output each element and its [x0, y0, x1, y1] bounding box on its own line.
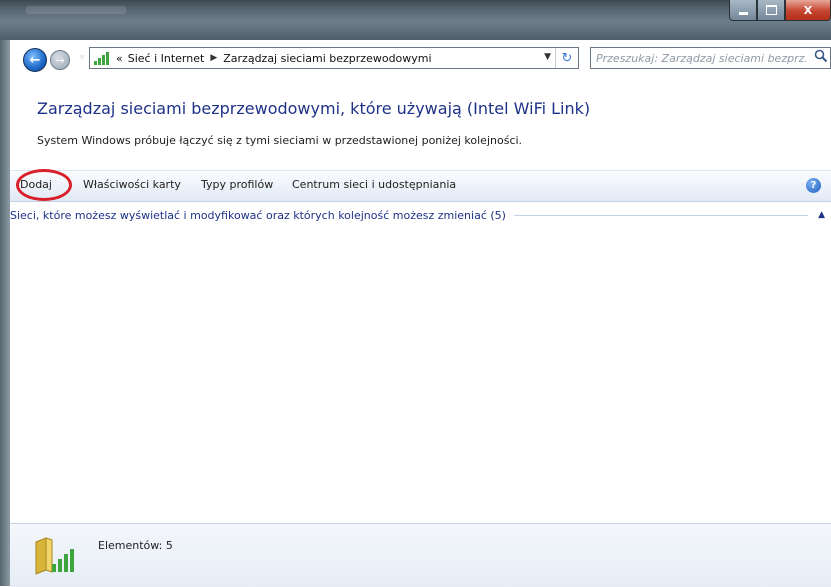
close-icon: X	[803, 3, 813, 17]
maximize-button[interactable]	[757, 0, 785, 21]
content-area: Zarządzaj sieciami bezprzewodowymi, któr…	[10, 79, 831, 586]
group-divider	[513, 214, 809, 216]
breadcrumb-separator-icon[interactable]: ▶	[210, 53, 217, 63]
close-button[interactable]: X	[785, 0, 831, 21]
back-arrow-icon: ←	[29, 52, 41, 68]
window-controls: X	[729, 0, 831, 22]
adapter-properties-button[interactable]: Właściwości karty	[83, 178, 181, 191]
search-box[interactable]: Przeszukaj: Zarządzaj sieciami bezprz...	[590, 47, 831, 69]
help-icon[interactable]: ?	[806, 178, 821, 193]
network-group-label: Sieci, które możesz wyświetlać i modyfik…	[10, 208, 506, 222]
wireless-folder-icon	[35, 537, 74, 575]
network-center-button[interactable]: Centrum sieci i udostępniania	[292, 178, 456, 191]
search-input[interactable]: Przeszukaj: Zarządzaj sieciami bezprz...	[596, 52, 806, 65]
forward-arrow-icon: →	[55, 53, 65, 67]
window-titlebar[interactable]: X	[0, 0, 831, 40]
minimize-icon	[738, 11, 748, 15]
profile-types-button[interactable]: Typy profilów	[201, 178, 273, 191]
recent-pages-button[interactable]: ▼	[79, 53, 85, 62]
search-icon[interactable]	[814, 49, 828, 63]
forward-button[interactable]: →	[50, 50, 70, 70]
details-pane: Elementów: 5	[10, 523, 831, 587]
window-left-frame	[0, 40, 10, 586]
chevron-up-icon[interactable]: ▲	[818, 210, 825, 220]
network-group-header[interactable]: Sieci, które możesz wyświetlać i modyfik…	[10, 207, 831, 223]
back-button[interactable]: ←	[23, 48, 47, 72]
refresh-icon: ↻	[561, 50, 573, 66]
items-count: Elementów: 5	[98, 539, 173, 552]
network-signal-icon	[94, 51, 110, 65]
minimize-button[interactable]	[729, 0, 757, 21]
breadcrumb-item-siec-i-internet[interactable]: Sieć i Internet	[128, 52, 205, 65]
add-button[interactable]: Dodaj	[20, 178, 52, 191]
refresh-button[interactable]: ↻	[555, 48, 578, 68]
maximize-icon	[765, 5, 777, 15]
breadcrumb-item-zarzadzaj-sieciami[interactable]: Zarządzaj sieciami bezprzewodowymi	[223, 52, 431, 65]
page-title: Zarządzaj sieciami bezprzewodowymi, któr…	[37, 99, 591, 118]
address-dropdown-icon[interactable]: ▼	[544, 52, 551, 62]
page-description: System Windows próbuje łączyć się z tymi…	[37, 134, 523, 147]
command-bar: Dodaj Właściwości karty Typy profilów Ce…	[10, 169, 831, 202]
window-title	[26, 6, 126, 14]
address-bar[interactable]: « Sieć i Internet ▶ Zarządzaj sieciami b…	[89, 47, 579, 69]
breadcrumb-overflow[interactable]: «	[116, 52, 123, 65]
